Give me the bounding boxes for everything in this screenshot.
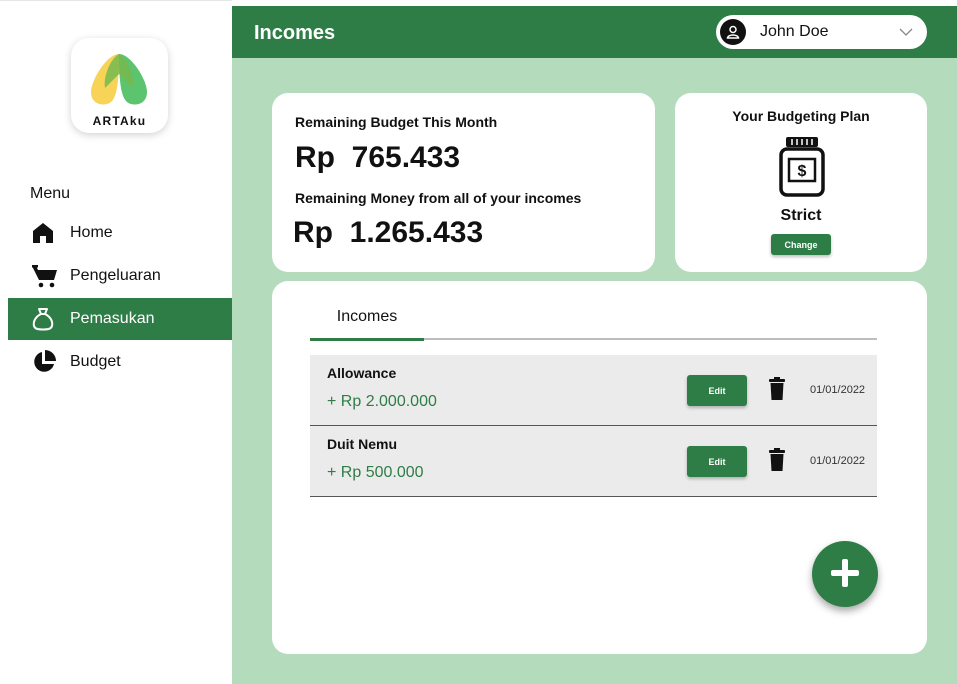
income-row: Duit Nemu + Rp 500.000 Edit 01/01/2022: [310, 426, 877, 497]
remaining-money-value: Rp 1.265.433: [293, 216, 484, 249]
edit-button[interactable]: Edit: [687, 446, 747, 477]
menu-title: Menu: [30, 185, 71, 202]
add-income-button[interactable]: [812, 541, 878, 607]
user-name: John Doe: [760, 23, 829, 40]
sidebar-item-label: Home: [70, 224, 113, 241]
money-bag-icon: [32, 307, 60, 331]
income-date: 01/01/2022: [810, 455, 866, 467]
top-header: Incomes John Doe: [232, 6, 957, 58]
svg-text:$: $: [798, 163, 807, 180]
income-amount: + Rp 500.000: [327, 464, 424, 481]
cart-icon: [32, 264, 60, 288]
tab-incomes[interactable]: Incomes: [310, 308, 424, 341]
income-name: Allowance: [327, 365, 397, 381]
sidebar-item-pemasukan[interactable]: Pemasukan: [8, 298, 232, 340]
remaining-budget-label: Remaining Budget This Month: [295, 114, 498, 130]
tab-divider: [424, 338, 877, 340]
sidebar-item-label: Budget: [70, 353, 121, 370]
budget-summary-card: Remaining Budget This Month Rp 765.433 R…: [272, 93, 655, 272]
home-icon: [32, 221, 60, 245]
income-date: 01/01/2022: [810, 384, 866, 396]
trash-icon[interactable]: [769, 448, 785, 477]
plan-title: Your Budgeting Plan: [732, 108, 870, 124]
sidebar-item-budget[interactable]: Budget: [8, 341, 232, 383]
sidebar-item-pengeluaran[interactable]: Pengeluaran: [8, 255, 232, 297]
logo-text: ARTAku: [92, 114, 147, 128]
page-title: Incomes: [254, 22, 336, 44]
user-menu-dropdown[interactable]: John Doe: [716, 15, 927, 49]
sidebar: ARTAku Menu Home Pengeluaran Pemasukan B…: [0, 0, 232, 684]
incomes-list-card: Incomes Allowance + Rp 2.000.000 Edit 01…: [272, 281, 927, 654]
sidebar-item-home[interactable]: Home: [8, 212, 232, 254]
income-row: Allowance + Rp 2.000.000 Edit 01/01/2022: [310, 355, 877, 426]
remaining-budget-value: Rp 765.433: [295, 141, 461, 174]
income-name: Duit Nemu: [327, 436, 397, 452]
plus-icon: [828, 556, 862, 593]
chevron-down-icon: [899, 23, 913, 41]
pie-chart-icon: [32, 350, 60, 374]
artaku-logo-icon: [91, 54, 147, 105]
sidebar-item-label: Pengeluaran: [70, 267, 161, 284]
money-jar-icon: $: [778, 135, 826, 204]
user-avatar-icon: [720, 19, 746, 45]
plan-name: Strict: [780, 207, 822, 224]
remaining-money-label: Remaining Money from all of your incomes: [295, 190, 582, 206]
change-plan-button[interactable]: Change: [771, 234, 831, 255]
trash-icon[interactable]: [769, 377, 785, 406]
sidebar-item-label: Pemasukan: [70, 310, 155, 327]
app-logo[interactable]: ARTAku: [71, 38, 168, 133]
tab-active-indicator: [310, 338, 424, 341]
income-amount: + Rp 2.000.000: [327, 393, 437, 410]
edit-button[interactable]: Edit: [687, 375, 747, 406]
budgeting-plan-card: Your Budgeting Plan $ Strict Change: [675, 93, 927, 272]
main-content: Remaining Budget This Month Rp 765.433 R…: [232, 58, 957, 684]
app-page: ARTAku Menu Home Pengeluaran Pemasukan B…: [0, 0, 957, 684]
